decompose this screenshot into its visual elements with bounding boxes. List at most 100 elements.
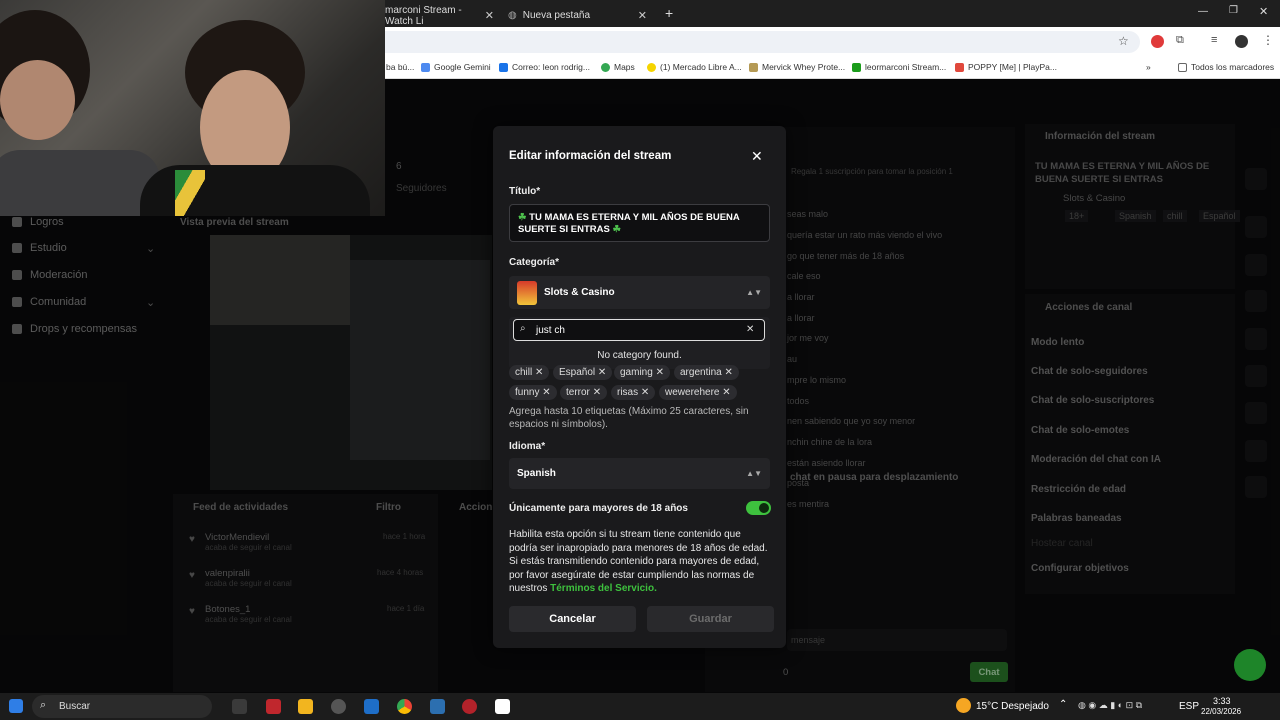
maps-icon	[601, 62, 610, 72]
bookmark-item[interactable]: (1) Mercado Libre A...	[647, 62, 742, 72]
tag-text: Español	[559, 367, 596, 378]
search-box[interactable]: ⌕ Buscar	[32, 695, 212, 718]
category-search-input[interactable]: ⌕ just ch ✕	[513, 319, 765, 341]
restore-icon[interactable]: ❐	[1229, 5, 1238, 16]
settings-icon[interactable]	[331, 699, 346, 714]
remove-tag-icon[interactable]: ✕	[535, 367, 543, 378]
tray-icons[interactable]: ◍ ◉ ☁ ▮ ◐ ⊡ ⧉	[1078, 700, 1142, 711]
playpal-icon	[955, 62, 964, 72]
search-icon: ⌕	[40, 699, 47, 711]
tag-text: funny	[515, 387, 540, 398]
app-icon[interactable]	[266, 699, 281, 714]
bookmark-item[interactable]: Mervick Whey Prote...	[749, 62, 845, 72]
bookmark-label: Google Gemini	[434, 62, 491, 72]
bookmark-item[interactable]: Google Gemini	[421, 62, 491, 72]
language-field-label: Idioma*	[509, 441, 546, 452]
extensions-icon[interactable]: ⧉	[1176, 34, 1184, 47]
chrome-icon[interactable]	[397, 699, 412, 714]
tag-chip[interactable]: terror ✕	[560, 385, 608, 400]
language-select[interactable]: Spanish ▲▼	[509, 458, 770, 489]
toggle-knob	[759, 503, 769, 513]
title-field-label: Título*	[509, 186, 541, 197]
cancel-button[interactable]: Cancelar	[509, 606, 636, 632]
globe-icon: ◍	[508, 10, 517, 21]
bookmark-item[interactable]: Todos los marcadores	[1178, 62, 1274, 72]
bookmark-label: (1) Mercado Libre A...	[660, 62, 742, 72]
windows-start-icon[interactable]	[9, 699, 23, 713]
task-view-icon[interactable]	[232, 699, 247, 714]
edit-stream-modal: Editar información del stream ✕ Título* …	[493, 126, 786, 648]
shop-icon	[749, 62, 758, 72]
new-tab-icon[interactable]: +	[665, 5, 673, 21]
remove-tag-icon[interactable]: ✕	[598, 367, 606, 378]
media-icon[interactable]: ≡	[1211, 34, 1217, 46]
person-left-face	[0, 60, 75, 140]
bookmark-item[interactable]: Maps	[601, 62, 635, 72]
mail-icon[interactable]	[430, 699, 445, 714]
remove-tag-icon[interactable]: ✕	[542, 387, 550, 398]
clock-time[interactable]: 3:33	[1213, 696, 1231, 706]
tab-stream[interactable]: marconi Stream - Watch Li ✕	[385, 4, 500, 27]
bookmark-item[interactable]: POPPY [Me] | PlayPa...	[955, 62, 1057, 72]
remove-tag-icon[interactable]: ✕	[641, 387, 649, 398]
save-button[interactable]: Guardar	[647, 606, 774, 632]
mail-icon	[499, 62, 508, 72]
tag-chip[interactable]: gaming ✕	[614, 365, 670, 380]
profile-avatar[interactable]	[1235, 35, 1248, 48]
close-icon[interactable]: ✕	[485, 9, 500, 22]
windows-taskbar: ⌕ Buscar 15°C Despejado ⌃ ◍ ◉ ☁ ▮ ◐ ⊡ ⧉ …	[0, 693, 1280, 720]
search-icon: ⌕	[520, 323, 526, 334]
tag-text: terror	[566, 387, 590, 398]
terms-link[interactable]: Términos del Servicio.	[550, 583, 657, 594]
category-search-dropdown: ⌕ just ch ✕ No category found.	[509, 317, 770, 369]
adblock-icon[interactable]	[1151, 35, 1164, 48]
obs-icon[interactable]	[462, 699, 477, 714]
tag-text: gaming	[620, 367, 653, 378]
no-results-text: No category found.	[597, 350, 682, 361]
category-select[interactable]: Slots & Casino ▲▼	[509, 276, 770, 309]
search-text: just ch	[536, 325, 565, 336]
remove-tag-icon[interactable]: ✕	[724, 367, 732, 378]
chevron-updown-icon: ▲▼	[746, 288, 762, 297]
slots-category-icon	[517, 280, 537, 305]
tag-text: argentina	[680, 367, 722, 378]
more-bookmarks-icon[interactable]: »	[1146, 62, 1151, 72]
tag-text: risas	[617, 387, 639, 398]
close-icon[interactable]: ✕	[751, 148, 763, 165]
clover-icon: ☘	[612, 224, 622, 235]
tray-chevron-icon[interactable]: ⌃	[1059, 699, 1067, 710]
language-value: Spanish	[517, 468, 556, 479]
remove-tag-icon[interactable]: ✕	[722, 387, 730, 398]
weather-icon	[956, 698, 971, 713]
menu-icon[interactable]: ⋮	[1262, 33, 1274, 47]
file-explorer-icon[interactable]	[298, 699, 313, 714]
tag-chip[interactable]: funny ✕	[509, 385, 557, 400]
modal-title: Editar información del stream	[509, 150, 672, 162]
tag-chip[interactable]: argentina ✕	[674, 365, 739, 380]
title-input[interactable]: ☘ TU MAMA ES ETERNA Y MIL AÑOS DE BUENA …	[509, 204, 770, 242]
webcam-overlay	[0, 0, 385, 216]
bookmark-label: Todos los marcadores	[1191, 62, 1275, 72]
bookmark-item[interactable]: ba bú...	[386, 62, 414, 72]
calculator-icon[interactable]	[364, 699, 379, 714]
tab-new[interactable]: ◍ Nueva pestaña ✕	[508, 4, 653, 27]
tag-chip[interactable]: risas ✕	[611, 385, 656, 400]
close-icon[interactable]: ✕	[638, 9, 653, 22]
tag-chip[interactable]: chill ✕	[509, 365, 550, 380]
tag-text: wewerehere	[665, 387, 720, 398]
tag-chip[interactable]: wewerehere ✕	[659, 385, 737, 400]
app-icon[interactable]	[495, 699, 510, 714]
input-language[interactable]: ESP	[1179, 701, 1199, 712]
tag-chip[interactable]: Español ✕	[553, 365, 613, 380]
remove-tag-icon[interactable]: ✕	[656, 367, 664, 378]
bookmark-item[interactable]: Correo: leon rodrig...	[499, 62, 590, 72]
remove-tag-icon[interactable]: ✕	[593, 387, 601, 398]
close-window-icon[interactable]: ✕	[1259, 5, 1268, 18]
bookmark-item[interactable]: leormarconi Stream...	[852, 62, 946, 72]
clock-date[interactable]: 22/03/2026	[1201, 707, 1241, 716]
category-value: Slots & Casino	[544, 287, 615, 298]
minimize-icon[interactable]: —	[1198, 6, 1208, 17]
clear-icon[interactable]: ✕	[746, 324, 754, 335]
star-icon[interactable]: ☆	[1118, 34, 1129, 48]
adult-toggle[interactable]	[746, 501, 771, 515]
